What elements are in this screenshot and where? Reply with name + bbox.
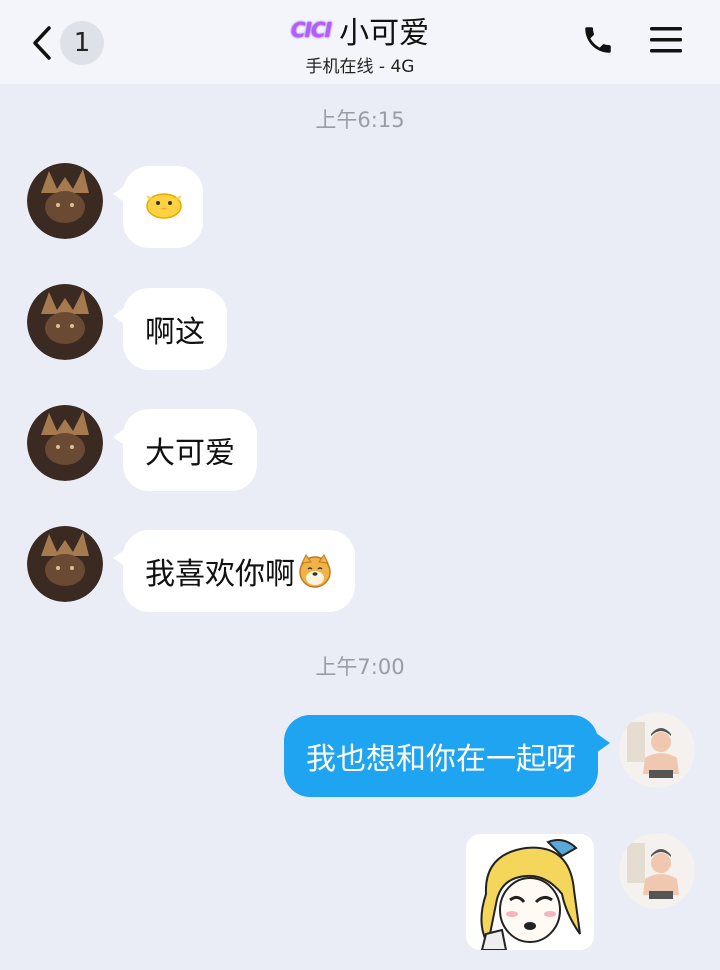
call-button[interactable] — [576, 22, 620, 62]
message-text: 我喜欢你啊 — [145, 557, 295, 592]
message-bubble-incoming[interactable]: 大可爱 — [113, 409, 257, 491]
menu-button[interactable] — [644, 22, 688, 62]
my-avatar[interactable] — [619, 833, 695, 909]
chat-title-area[interactable]: CICI 小可爱 手机在线 - 4G — [200, 8, 520, 77]
doge-emoji-icon — [297, 553, 333, 589]
back-chevron-icon — [28, 23, 56, 63]
message-text: 大可爱 — [145, 436, 235, 471]
message-bubble-incoming[interactable] — [113, 166, 203, 248]
contact-avatar[interactable] — [27, 526, 103, 602]
timestamp: 上午6:15 — [315, 108, 405, 132]
timestamp: 上午7:00 — [315, 655, 405, 679]
contact-name: 小可爱 — [339, 16, 430, 51]
message-text: 啊这 — [145, 315, 205, 350]
contact-avatar[interactable] — [27, 284, 103, 360]
chat-header: 1 CICI 小可爱 手机在线 - 4G — [0, 0, 720, 84]
contact-avatar[interactable] — [27, 405, 103, 481]
message-bubble-outgoing[interactable]: 我也想和你在一起呀 — [284, 715, 610, 797]
message-bubble-incoming[interactable]: 我喜欢你啊 — [113, 530, 355, 612]
chick-emoji-icon — [145, 186, 183, 228]
back-button[interactable]: 1 — [28, 20, 108, 66]
online-status: 手机在线 - 4G — [305, 57, 415, 77]
my-avatar[interactable] — [619, 712, 695, 788]
vip-badge: CICI — [290, 18, 332, 42]
phone-icon — [581, 23, 615, 61]
message-bubble-incoming[interactable]: 啊这 — [113, 288, 227, 370]
anime-girl-sticker[interactable] — [466, 834, 594, 950]
contact-avatar[interactable] — [27, 163, 103, 239]
message-text: 我也想和你在一起呀 — [306, 742, 576, 777]
unread-count-badge: 1 — [60, 21, 104, 65]
menu-icon — [648, 24, 684, 60]
